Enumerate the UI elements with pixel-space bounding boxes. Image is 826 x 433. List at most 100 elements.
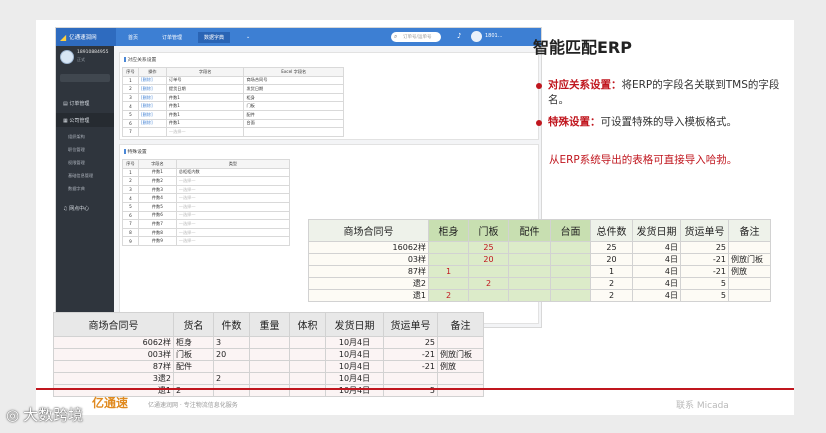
table-header: 字段名 (165, 67, 245, 77)
user-name[interactable]: 1801... (485, 33, 503, 39)
watermark: ◎ 大数跨境 (6, 406, 84, 424)
import-note: 从ERP系统导出的表格可直接导入哈勃。 (549, 154, 738, 166)
table-header: 序号 (122, 67, 139, 77)
table-header: 体积 (289, 312, 326, 337)
bullet-dot-icon (536, 120, 542, 126)
watermark-logo-icon: ◎ (6, 406, 20, 424)
search-input[interactable]: ⌕ 订单号/运单号 (391, 32, 441, 42)
table-row: 1 件数1 总柜柜内数 (122, 167, 291, 178)
footer-right: 联系 Micada (676, 401, 729, 411)
type-select[interactable]: 总柜柜内数 (175, 167, 291, 178)
tab-orders[interactable]: 订单管理 (156, 32, 188, 43)
sidebar-username: 18910884955 (77, 50, 109, 55)
type-select[interactable]: —选择— (175, 227, 291, 238)
table-row: 4 件数4 —选择— (122, 193, 291, 203)
bullet-list: 对应关系设置：将ERP的字段名关联到TMS的字段名。 特殊设置：可设置特殊的导入… (530, 78, 780, 137)
type-select[interactable]: —选择— (175, 219, 291, 229)
footer-text: 亿通速润网 · 专注物流信息化服务 (148, 402, 238, 409)
special-panel-title: 特殊设置 (124, 148, 147, 155)
table-row: 3 [删除] 件数1 柜身 (122, 92, 344, 103)
table-row: 87样 1 1 4日 -21 例放 (308, 265, 771, 278)
special-table: 序号 字段名 类型 1 件数1 总柜柜内数 2 件数2 —选择— 3 件数3 —选择— 4件… (122, 159, 291, 246)
type-select[interactable]: —选择— (175, 184, 291, 195)
type-select[interactable]: —选择— (175, 236, 291, 246)
table-header: 货运单号 (383, 312, 438, 337)
sidebar-item-company[interactable]: ▦ 公司管理 (56, 113, 114, 127)
table-row: 1 [删除] 订单号 商场合同号 (122, 75, 344, 86)
sidebar-sub-position[interactable]: 职位管理 (68, 147, 85, 153)
table-row: 7 —选择— (122, 127, 344, 137)
table-row: 5 [删除] 件数1 配件 (122, 109, 344, 120)
table-header: 发货日期 (632, 219, 681, 242)
table-header: 发货日期 (325, 312, 384, 337)
slide: ◢ 亿通速润网 首页 订单管理 数据字典 ⌄ ⌕ 订单号/运单号 ♪ 1801.… (36, 20, 794, 415)
brand-logo[interactable]: ◢ 亿通速润网 (56, 28, 116, 46)
erp-table: 商场合同号 柜身 门板 配件 台面 总件数 发货日期 货运单号 备注 16062… (308, 219, 771, 302)
type-select[interactable]: —选择— (175, 210, 291, 221)
table-header: 配件 (508, 219, 551, 242)
sidebar-search[interactable] (60, 74, 110, 82)
table-row: 8 件数8 —选择— (122, 227, 291, 238)
table-row: 5 件数5 —选择— (122, 201, 291, 212)
sidebar-sub-dictionary[interactable]: 数据字典 (68, 186, 85, 192)
table-header: 台面 (550, 219, 591, 242)
table-row: 遗1 2 2 4日 5 (308, 289, 771, 302)
table-header: 件数 (213, 312, 250, 337)
table-header: 备注 (728, 219, 771, 242)
bell-icon[interactable]: ♪ (457, 32, 461, 40)
bullet-dot-icon (536, 83, 542, 89)
type-select[interactable]: —选择— (175, 176, 291, 186)
chevron-down-icon[interactable]: ⌄ (240, 32, 256, 43)
table-header: 字段名 (137, 159, 177, 169)
table-header: 总件数 (590, 219, 633, 242)
sidebar: 18910884955 正式 ▤ 订单管理 ▦ 公司管理 组织架构 职位管理 权… (56, 46, 114, 327)
table-row: 6 [删除] 件数1 台面 (122, 118, 344, 129)
footer-divider (36, 388, 794, 390)
mapping-table: 序号 操作 字段名 Excel 字段名 1 [删除] 订单号 商场合同号 2 [删除] 提… (122, 67, 344, 137)
table-header: 货名 (173, 312, 214, 337)
table-row: 2 件数2 —选择— (122, 176, 291, 186)
slide-title: 智能匹配ERP (533, 38, 632, 57)
footer-logo: 亿通速 (92, 396, 129, 410)
table-row: 87样 配件 10月4日 -21 例放 (53, 360, 484, 373)
sidebar-item-orders[interactable]: ▤ 订单管理 (56, 96, 114, 110)
table-row: 6062样 柜身 3 10月4日 25 (53, 336, 484, 349)
table-header: 重量 (249, 312, 290, 337)
avatar[interactable] (471, 31, 482, 42)
sidebar-role: 正式 (77, 57, 85, 62)
tms-table: 商场合同号 货名 件数 重量 体积 发货日期 货运单号 备注 6062样 柜身 3 1… (53, 312, 484, 397)
tab-home[interactable]: 首页 (122, 32, 144, 43)
table-row: 3 件数3 —选择— (122, 184, 291, 195)
mapping-panel-title: 对应关系设置 (124, 56, 156, 63)
table-row: 3遗2 2 10月4日 (53, 372, 484, 385)
top-bar: ◢ 亿通速润网 首页 订单管理 数据字典 ⌄ ⌕ 订单号/运单号 ♪ 1801.… (56, 28, 541, 46)
sidebar-sub-permission[interactable]: 权限管理 (68, 160, 85, 166)
mapping-panel: 对应关系设置 序号 操作 字段名 Excel 字段名 1 [删除] 订单号 商场合同号… (119, 52, 539, 140)
sidebar-sub-org[interactable]: 组织架构 (68, 134, 85, 140)
sidebar-item-network[interactable]: ♫ 网点中心 (56, 201, 114, 215)
bullet-item: 对应关系设置：将ERP的字段名关联到TMS的字段名。 (530, 78, 780, 108)
table-header: 柜身 (428, 219, 469, 242)
logo-icon: ◢ (60, 32, 67, 42)
table-row: 6 件数6 —选择— (122, 210, 291, 221)
table-row: 03样 20 20 4日 -21 例放门板 (308, 253, 771, 266)
table-header: 门板 (468, 219, 509, 242)
table-header: 类型 (175, 159, 291, 169)
table-row: 003样 门板 20 10月4日 -21 例放门板 (53, 348, 484, 361)
table-header: 备注 (437, 312, 484, 337)
tab-dictionary[interactable]: 数据字典 (198, 32, 231, 43)
table-row: 遗2 2 2 4日 5 (308, 277, 771, 290)
table-row: 7 件数7 —选择— (122, 219, 291, 229)
table-header: 货运单号 (680, 219, 729, 242)
table-row: 9 件数9 —选择— (122, 236, 291, 246)
type-select[interactable]: —选择— (175, 193, 291, 203)
table-header: Excel 字段名 (243, 67, 344, 77)
table-header: 商场合同号 (308, 219, 429, 242)
table-header: 操作 (137, 67, 167, 77)
search-icon: ⌕ (394, 33, 398, 40)
table-header: 商场合同号 (53, 312, 174, 337)
table-row: 4 [删除] 件数1 门板 (122, 101, 344, 111)
sidebar-sub-basic[interactable]: 基础信息管理 (68, 173, 93, 179)
table-row: 16062样 25 25 4日 25 (308, 241, 771, 254)
type-select[interactable]: —选择— (175, 201, 291, 212)
